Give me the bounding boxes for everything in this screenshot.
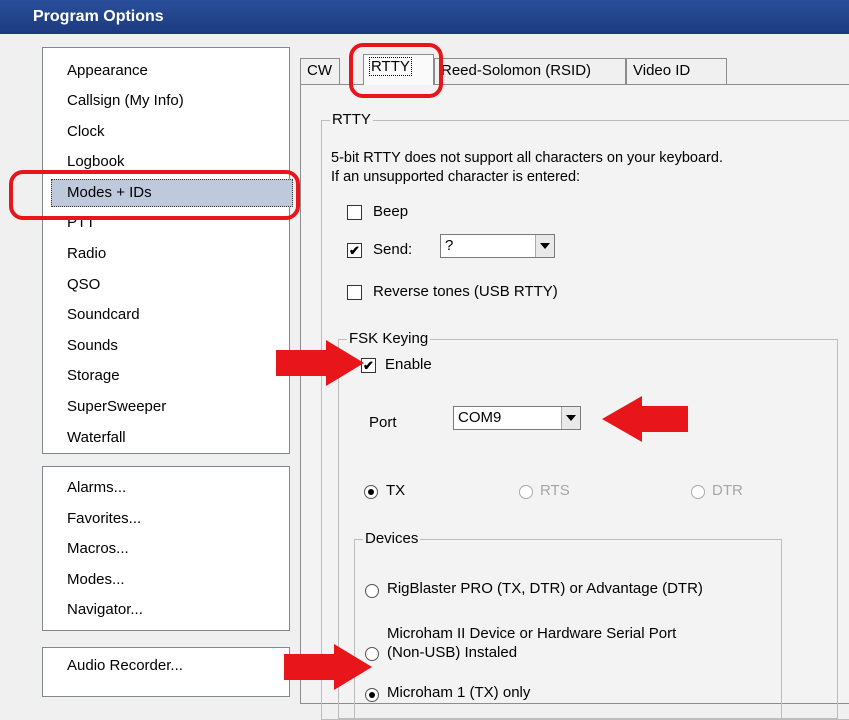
rtty-tab-page: RTTY 5-bit RTTY does not support all cha… (300, 84, 849, 720)
device-microham1-label: Microham 1 (TX) only (387, 684, 531, 701)
dialogs-list[interactable]: Alarms... Favorites... Macros... Modes..… (42, 466, 290, 631)
tool-audio-recorder[interactable]: Audio Recorder... (67, 652, 183, 680)
device-microham1-radio[interactable] (365, 688, 379, 702)
tx-label: TX (386, 482, 406, 499)
reverse-tones-label: Reverse tones (USB RTTY) (373, 283, 558, 300)
device-microham2-label1: Microham II Device or Hardware Serial Po… (387, 625, 677, 642)
dialog-macros[interactable]: Macros... (67, 535, 129, 563)
tab-cw-label: CW (307, 62, 332, 79)
fsk-keying-group: FSK Keying ✔ Enable Port COM9 TX RTS DTR… (338, 330, 838, 719)
category-waterfall[interactable]: Waterfall (67, 424, 126, 452)
tab-video-id[interactable]: Video ID (626, 58, 727, 84)
category-callsign[interactable]: Callsign (My Info) (67, 87, 184, 115)
category-radio[interactable]: Radio (67, 240, 106, 268)
tab-reed-solomon-label: Reed-Solomon (RSID) (441, 62, 592, 79)
chevron-down-icon[interactable] (561, 407, 580, 429)
send-char-value: ? (445, 237, 454, 254)
tab-rtty-label: RTTY (369, 57, 412, 76)
tab-rtty[interactable]: RTTY (363, 54, 434, 85)
rtty-group: RTTY 5-bit RTTY does not support all cha… (321, 111, 849, 720)
radio-dot (369, 692, 375, 698)
rts-label: RTS (540, 482, 570, 499)
send-label: Send: (373, 241, 413, 258)
arrow-port-icon (602, 396, 688, 442)
dialog-navigator[interactable]: Navigator... (67, 596, 143, 624)
radio-dot (368, 489, 374, 495)
tab-reed-solomon[interactable]: Reed-Solomon (RSID) (434, 58, 626, 84)
devices-group: Devices RigBlaster PRO (TX, DTR) or Adva… (354, 530, 782, 719)
fsk-enable-label: Enable (385, 356, 432, 373)
rtty-group-title: RTTY (330, 111, 373, 129)
category-storage[interactable]: Storage (67, 362, 120, 390)
dialog-alarms[interactable]: Alarms... (67, 474, 126, 502)
category-list[interactable]: Appearance Callsign (My Info) Clock Logb… (42, 47, 293, 454)
category-soundcard[interactable]: Soundcard (67, 301, 140, 329)
tab-video-id-label: Video ID (633, 62, 691, 79)
send-checkbox[interactable]: ✔ (347, 243, 362, 258)
reverse-tones-checkbox[interactable] (347, 285, 362, 300)
tx-radio[interactable] (364, 485, 378, 499)
window-title: Program Options (0, 0, 849, 34)
port-select[interactable]: COM9 (453, 406, 581, 430)
device-rigblaster-label: RigBlaster PRO (TX, DTR) or Advantage (D… (387, 580, 703, 597)
arrow-enable-icon (276, 340, 364, 386)
chevron-down-icon[interactable] (535, 235, 554, 257)
tab-cw[interactable]: CW (300, 58, 340, 84)
device-rigblaster-radio[interactable] (365, 584, 379, 598)
dialog-favorites[interactable]: Favorites... (67, 505, 141, 533)
device-microham2-label2: (Non-USB) Instaled (387, 644, 518, 661)
modes-ids-highlight (9, 170, 300, 220)
dialog-modes[interactable]: Modes... (67, 566, 125, 594)
beep-label: Beep (373, 203, 409, 220)
dtr-label: DTR (712, 482, 743, 499)
category-clock[interactable]: Clock (67, 118, 105, 146)
rts-radio[interactable] (519, 485, 533, 499)
devices-group-title: Devices (363, 530, 421, 548)
send-char-select[interactable]: ? (440, 234, 555, 258)
port-value: COM9 (458, 409, 502, 426)
category-qso[interactable]: QSO (67, 271, 100, 299)
category-sounds[interactable]: Sounds (67, 332, 118, 360)
beep-checkbox[interactable] (347, 205, 362, 220)
category-supersweeper[interactable]: SuperSweeper (67, 393, 166, 421)
arrow-microham1-icon (284, 644, 372, 690)
category-appearance[interactable]: Appearance (67, 57, 148, 85)
rtty-note-line2: If an unsupported character is entered: (331, 169, 581, 185)
tools-list[interactable]: Audio Recorder... (42, 647, 290, 697)
port-label: Port (369, 414, 397, 431)
rtty-note-line1: 5-bit RTTY does not support all characte… (331, 150, 723, 166)
dtr-radio[interactable] (691, 485, 705, 499)
